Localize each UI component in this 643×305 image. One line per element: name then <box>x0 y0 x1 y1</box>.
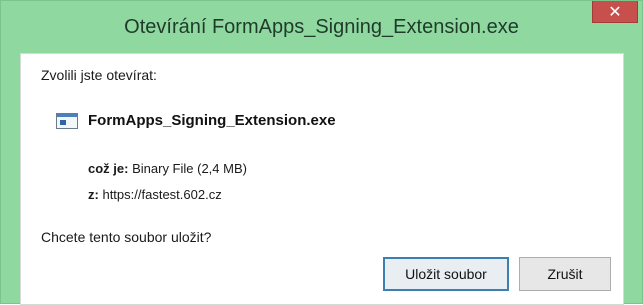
file-name: FormApps_Signing_Extension.exe <box>88 112 336 129</box>
download-dialog: Otevírání FormApps_Signing_Extension.exe… <box>0 0 643 305</box>
file-type-row: což je: Binary File (2,4 MB) <box>88 161 247 176</box>
close-button[interactable]: ✕ <box>592 1 638 23</box>
save-file-button[interactable]: Uložit soubor <box>383 257 509 291</box>
cancel-button[interactable]: Zrušit <box>519 257 611 291</box>
file-source-row: z: https://fastest.602.cz <box>88 187 222 202</box>
save-file-button-label: Uložit soubor <box>405 266 487 282</box>
save-question: Chcete tento soubor uložit? <box>41 229 212 245</box>
intro-text: Zvolili jste otevírat: <box>41 67 157 83</box>
executable-file-icon <box>56 112 78 129</box>
dialog-titlebar[interactable]: Otevírání FormApps_Signing_Extension.exe… <box>1 1 642 53</box>
file-source-value: https://fastest.602.cz <box>102 187 222 202</box>
close-icon: ✕ <box>608 1 622 21</box>
file-type-label: což je: <box>88 161 129 176</box>
file-row: FormApps_Signing_Extension.exe <box>56 112 336 129</box>
cancel-button-label: Zrušit <box>547 266 583 282</box>
dialog-content: Zvolili jste otevírat: FormApps_Signing_… <box>20 53 624 305</box>
file-source-label: z: <box>88 187 99 202</box>
file-type-value: Binary File (2,4 MB) <box>132 161 247 176</box>
dialog-title: Otevírání FormApps_Signing_Extension.exe <box>124 16 519 38</box>
